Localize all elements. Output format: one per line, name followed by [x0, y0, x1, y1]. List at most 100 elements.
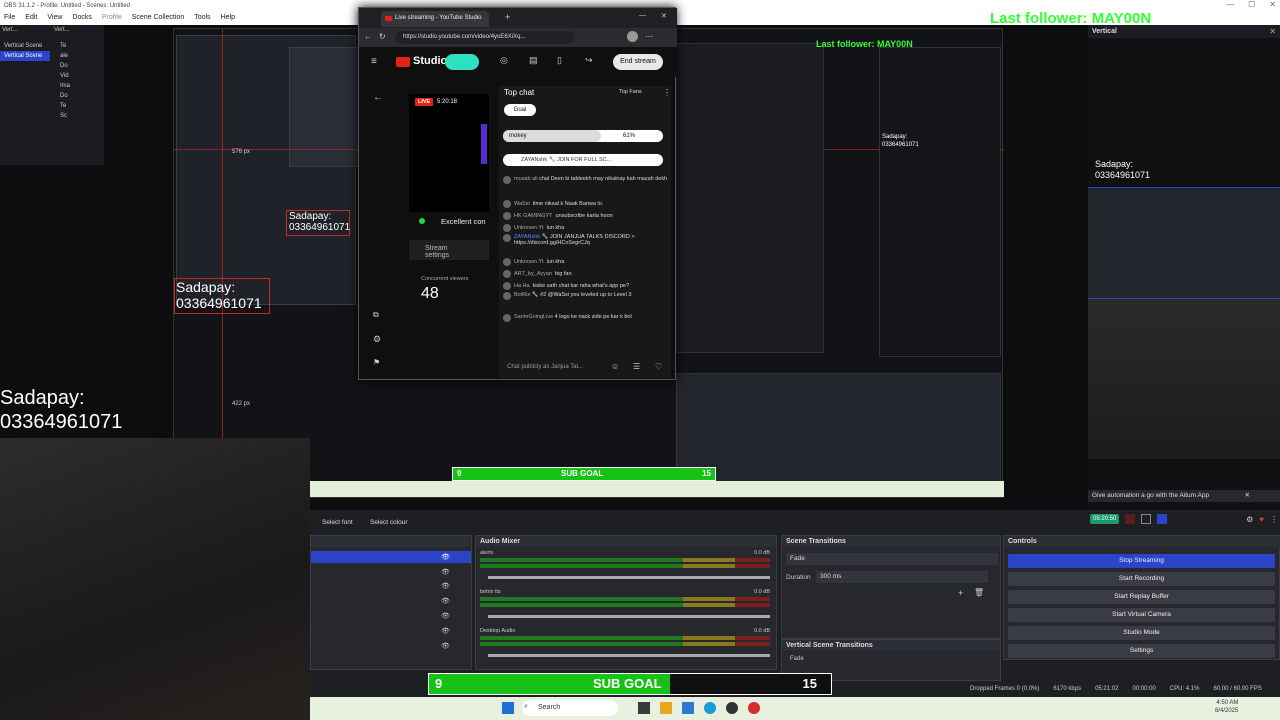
end-stream-button[interactable]: End stream: [613, 54, 663, 70]
calendar-icon[interactable]: ▤: [529, 55, 538, 66]
eye-icon[interactable]: 👁: [441, 582, 450, 590]
volume-slider[interactable]: [488, 576, 770, 579]
transition-select[interactable]: Fade: [786, 553, 998, 565]
reload-icon[interactable]: ↻: [379, 32, 386, 41]
menu-edit[interactable]: Edit: [25, 14, 37, 23]
source-item[interactable]: Ima: [56, 81, 102, 91]
volume-slider[interactable]: [488, 615, 770, 618]
obs-icon[interactable]: [726, 702, 738, 714]
select-colour-button[interactable]: Select colour: [370, 519, 408, 526]
maximize-icon[interactable]: ☐: [1248, 0, 1255, 9]
scene-item[interactable]: Vertical Scene: [0, 41, 50, 51]
eye-icon[interactable]: 👁: [441, 642, 450, 650]
menu-profile[interactable]: Profile: [102, 14, 122, 23]
avatar[interactable]: [627, 31, 638, 42]
menu-icon[interactable]: ≡: [371, 56, 377, 67]
heart-icon[interactable]: ♥: [1259, 515, 1264, 524]
heart-icon[interactable]: ♡: [655, 362, 662, 371]
close-icon[interactable]: ✕: [1269, 0, 1276, 9]
more-icon[interactable]: ⋮: [1270, 515, 1278, 524]
edge-icon[interactable]: [682, 702, 694, 714]
record-icon[interactable]: [1125, 514, 1136, 524]
eye-icon[interactable]: 👁: [441, 597, 450, 605]
trash-icon[interactable]: 🗑: [974, 588, 984, 597]
chat-input[interactable]: Chat publicly as Janjua Tal...: [503, 362, 607, 374]
taskview-icon[interactable]: [638, 702, 650, 714]
top-fans-button[interactable]: Top Fans: [619, 89, 642, 95]
add-icon[interactable]: +: [958, 588, 963, 598]
gear-icon[interactable]: ⚙: [1246, 515, 1253, 524]
minimize-icon[interactable]: —: [1226, 0, 1234, 9]
start-virtual-camera-button[interactable]: Start Virtual Camera: [1008, 608, 1275, 622]
url-field[interactable]: https://studio.youtube.com/video/4yoE6Xi…: [395, 31, 575, 44]
goal-chip[interactable]: Goal: [504, 104, 536, 116]
eye-icon[interactable]: 👁: [441, 568, 450, 576]
youtube-logo-icon: [396, 57, 410, 67]
pinned-message[interactable]: ZAYANshk 🔧 JOIN FOR FULL SC...: [503, 154, 663, 166]
menu-scene-collection[interactable]: Scene Collection: [132, 14, 185, 23]
poll-bar[interactable]: mokey 61%: [503, 130, 663, 142]
settings-button[interactable]: Settings: [1008, 644, 1275, 658]
vertical-transition-select[interactable]: Fade: [790, 656, 804, 662]
scene-item-active[interactable]: Vertical Scene: [0, 51, 50, 61]
menu-view[interactable]: View: [47, 14, 62, 23]
select-font-button[interactable]: Select font: [322, 519, 353, 526]
broadcast-icon[interactable]: ◎: [500, 55, 508, 66]
taskbar-search[interactable]: Search: [522, 700, 618, 716]
volume-slider[interactable]: [488, 654, 770, 657]
close-icon[interactable]: ✕: [1269, 27, 1276, 36]
source-item[interactable]: Vid: [56, 71, 102, 81]
selected-source-box-2[interactable]: Sadapay: 03364961071: [174, 278, 270, 314]
chrome-icon[interactable]: [748, 702, 760, 714]
source-item[interactable]: Do: [56, 91, 102, 101]
new-tab-icon[interactable]: +: [505, 12, 510, 22]
source-item[interactable]: Sc: [56, 111, 102, 121]
studio-mode-button[interactable]: Studio Mode: [1008, 626, 1275, 640]
feedback-icon[interactable]: ⚑: [373, 358, 380, 367]
eye-icon[interactable]: 👁: [441, 553, 450, 561]
open-external-icon[interactable]: ⧉: [373, 310, 379, 320]
camera-icon[interactable]: [1157, 514, 1168, 524]
folder-icon[interactable]: [660, 702, 672, 714]
top-chat-label[interactable]: Top chat: [504, 88, 534, 97]
duration-field[interactable]: 300 ms: [816, 571, 988, 583]
source-item[interactable]: Do: [56, 61, 102, 71]
source-item[interactable]: Te: [56, 41, 102, 51]
emoji-icon[interactable]: ☺: [611, 362, 619, 371]
bookmark-icon[interactable]: ▯: [557, 55, 562, 66]
share-icon[interactable]: ↪: [585, 55, 593, 66]
menu-help[interactable]: Help: [221, 14, 235, 23]
sub-goal-current: 9: [435, 676, 443, 691]
stop-streaming-button[interactable]: Stop Streaming: [1008, 554, 1275, 568]
source-item[interactable]: ale: [56, 51, 102, 61]
gear-icon[interactable]: ⚙: [373, 334, 381, 345]
menu-file[interactable]: File: [4, 14, 15, 23]
sources-tab[interactable]: Vert...: [54, 27, 70, 33]
source-item[interactable]: Te: [56, 101, 102, 111]
start-replay-buffer-button[interactable]: Start Replay Buffer: [1008, 590, 1275, 604]
menu-docks[interactable]: Docks: [72, 14, 91, 23]
more-icon[interactable]: ⋮: [663, 88, 671, 97]
start-recording-button[interactable]: Start Recording: [1008, 572, 1275, 586]
super-chat-icon[interactable]: ☰: [633, 362, 640, 371]
toggle-view-icon[interactable]: [445, 54, 479, 70]
stream-settings-tab[interactable]: Stream settings: [409, 240, 489, 260]
vertical-live-indicator[interactable]: 05:20:50: [1090, 514, 1120, 524]
close-icon[interactable]: ✕: [1245, 491, 1250, 499]
stop-icon[interactable]: [1141, 514, 1152, 524]
more-icon[interactable]: ⋯: [645, 32, 653, 41]
chat-message: SarimGoingLive 4 logo ke nack side pe ka…: [499, 314, 671, 334]
scenes-tab[interactable]: Vert...: [2, 27, 50, 33]
back-icon[interactable]: ←: [364, 32, 372, 41]
eye-icon[interactable]: 👁: [441, 612, 450, 620]
eye-icon[interactable]: 👁: [441, 627, 450, 635]
menu-tools[interactable]: Tools: [194, 14, 210, 23]
minimize-icon[interactable]: —: [639, 12, 646, 19]
browser-icon[interactable]: [704, 702, 716, 714]
concurrent-value: 48: [421, 285, 439, 302]
close-icon[interactable]: ✕: [661, 12, 667, 20]
selected-source-box[interactable]: Sadapay: 03364961071: [286, 210, 350, 236]
windows-start-icon[interactable]: [502, 702, 514, 714]
back-arrow-icon[interactable]: ←: [373, 92, 383, 103]
browser-tab[interactable]: Live streaming - YouTube Studio: [381, 11, 489, 27]
